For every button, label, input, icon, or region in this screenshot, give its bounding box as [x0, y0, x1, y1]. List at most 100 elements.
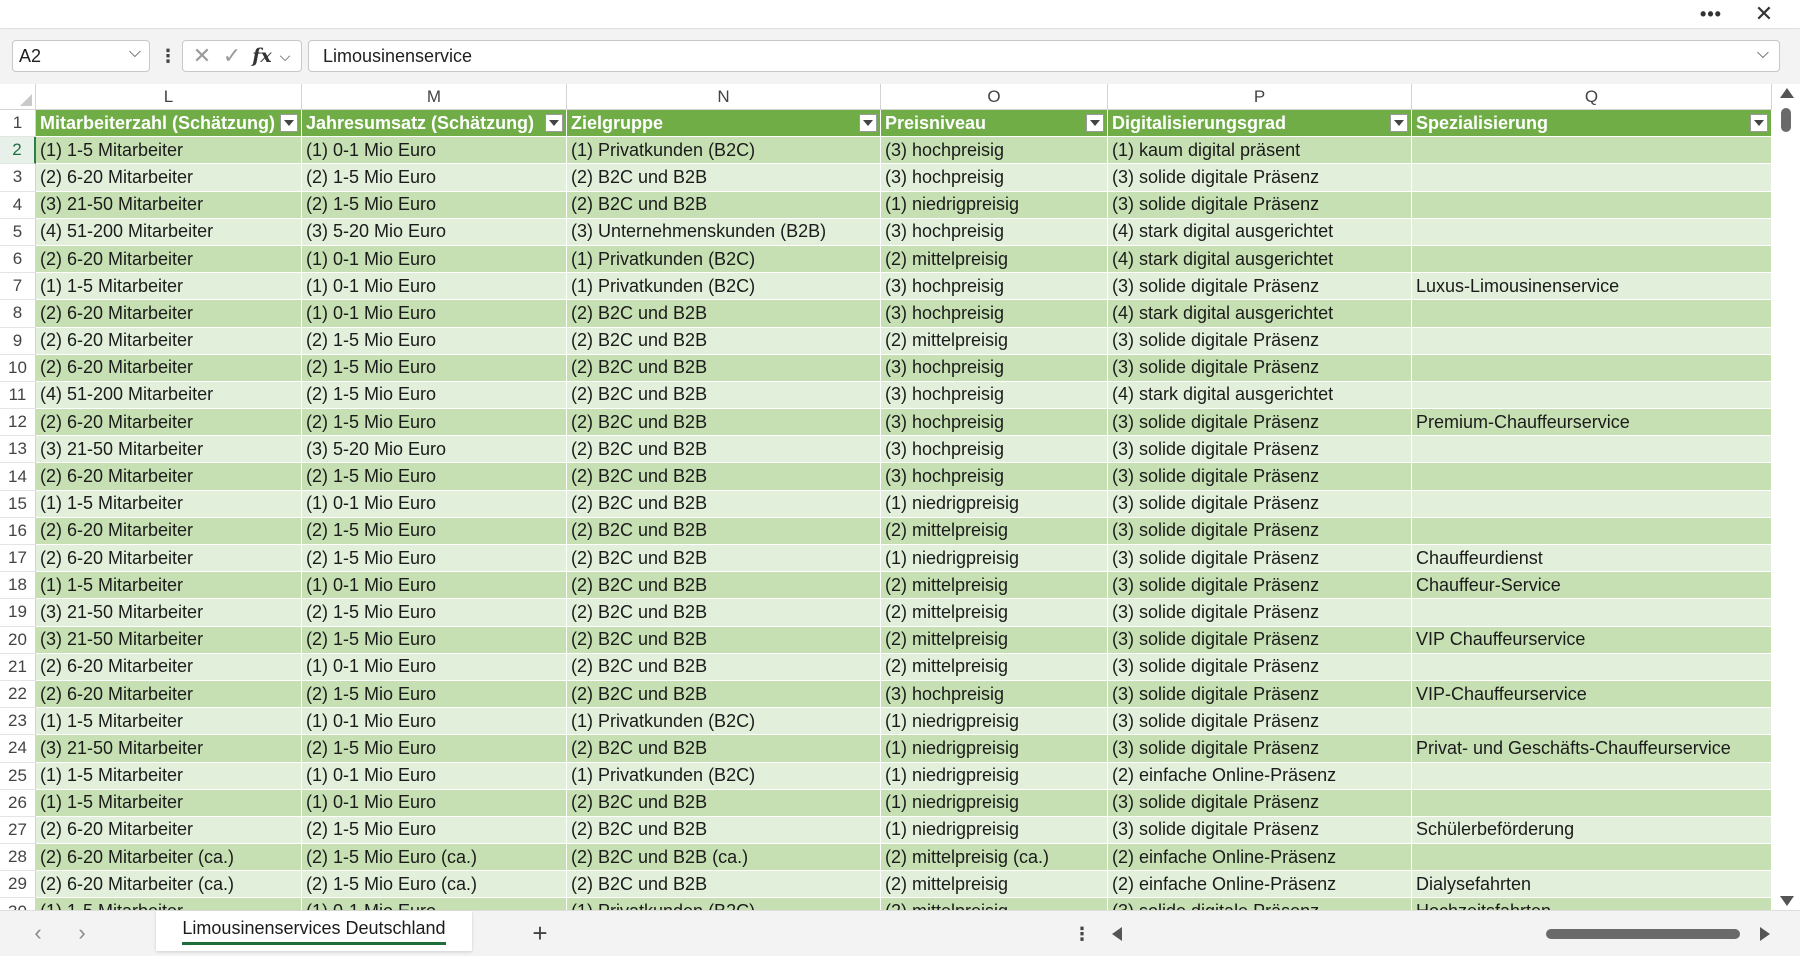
close-icon[interactable]: ✕ — [1741, 0, 1787, 28]
table-cell[interactable]: (2) 1-5 Mio Euro (ca.) — [302, 871, 567, 899]
table-cell[interactable]: (3) solide digitale Präsenz — [1108, 545, 1412, 573]
table-cell[interactable]: (2) 1-5 Mio Euro — [302, 517, 567, 545]
row-number[interactable]: 16 — [0, 517, 36, 545]
table-cell[interactable] — [1412, 218, 1772, 246]
header-cell[interactable]: Mitarbeiterzahl (Schätzung) — [36, 110, 302, 138]
row-number[interactable]: 19 — [0, 599, 36, 627]
scroll-up-icon[interactable] — [1780, 88, 1794, 98]
table-cell[interactable]: (2) 6-20 Mitarbeiter — [36, 409, 302, 437]
table-cell[interactable]: (3) hochpreisig — [881, 436, 1108, 464]
table-cell[interactable]: (1) niedrigpreisig — [881, 545, 1108, 573]
table-cell[interactable]: (2) einfache Online-Präsenz — [1108, 762, 1412, 790]
table-cell[interactable] — [1412, 245, 1772, 274]
table-cell[interactable]: (3) hochpreisig — [881, 409, 1108, 437]
insert-function-icon[interactable]: fx — [249, 43, 275, 69]
table-cell[interactable] — [1412, 381, 1772, 410]
header-cell[interactable]: Zielgruppe — [567, 110, 881, 138]
row-number[interactable]: 12 — [0, 409, 36, 437]
table-cell[interactable] — [1412, 762, 1772, 790]
chevron-down-icon[interactable]: ⌵ — [275, 43, 295, 69]
table-cell[interactable] — [1412, 653, 1772, 681]
table-cell[interactable]: (1) niedrigpreisig — [881, 708, 1108, 736]
table-cell[interactable]: (1) Privatkunden (B2C) — [567, 137, 881, 165]
row-number[interactable]: 8 — [0, 300, 36, 328]
row-number[interactable]: 26 — [0, 789, 36, 817]
table-cell[interactable]: Schülerbeförderung — [1412, 816, 1772, 845]
table-cell[interactable]: Luxus-Limousinenservice — [1412, 273, 1772, 301]
table-cell[interactable]: (2) 6-20 Mitarbeiter — [36, 680, 302, 709]
filter-dropdown-icon[interactable] — [1750, 114, 1768, 132]
horizontal-scroll-thumb[interactable] — [1546, 929, 1740, 939]
row-number[interactable]: 1 — [0, 110, 36, 138]
previous-sheet-icon[interactable]: ‹ — [24, 919, 52, 947]
table-cell[interactable]: (1) 1-5 Mitarbeiter — [36, 789, 302, 817]
table-cell[interactable]: (1) 0-1 Mio Euro — [302, 300, 567, 328]
row-number[interactable]: 30 — [0, 898, 36, 910]
cancel-x-icon[interactable]: ✕ — [189, 43, 215, 69]
table-cell[interactable]: (2) einfache Online-Präsenz — [1108, 844, 1412, 872]
table-cell[interactable]: Premium-Chauffeurservice — [1412, 409, 1772, 437]
table-cell[interactable]: (2) 6-20 Mitarbeiter — [36, 545, 302, 573]
column-header-m[interactable]: M — [302, 84, 567, 110]
table-cell[interactable]: (3) hochpreisig — [881, 381, 1108, 410]
table-cell[interactable]: VIP Chauffeurservice — [1412, 626, 1772, 654]
table-cell[interactable]: (1) 1-5 Mitarbeiter — [36, 137, 302, 165]
add-sheet-icon[interactable]: + — [526, 918, 554, 948]
table-cell[interactable]: (1) niedrigpreisig — [881, 762, 1108, 790]
table-cell[interactable]: (2) 1-5 Mio Euro — [302, 354, 567, 382]
table-cell[interactable]: (4) 51-200 Mitarbeiter — [36, 218, 302, 246]
table-cell[interactable]: (2) 1-5 Mio Euro (ca.) — [302, 844, 567, 872]
table-cell[interactable]: (2) B2C und B2B — [567, 816, 881, 845]
column-header-l[interactable]: L — [36, 84, 302, 110]
table-cell[interactable]: (2) B2C und B2B — [567, 626, 881, 654]
row-number[interactable]: 14 — [0, 463, 36, 491]
row-number[interactable]: 5 — [0, 218, 36, 246]
table-cell[interactable]: (1) Privatkunden (B2C) — [567, 273, 881, 301]
table-cell[interactable]: (1) niedrigpreisig — [881, 816, 1108, 845]
row-number[interactable]: 25 — [0, 762, 36, 790]
table-cell[interactable]: (2) 1-5 Mio Euro — [302, 599, 567, 627]
table-cell[interactable]: (2) 1-5 Mio Euro — [302, 735, 567, 763]
table-cell[interactable]: (2) einfache Online-Präsenz — [1108, 871, 1412, 899]
row-number[interactable]: 3 — [0, 164, 36, 192]
scroll-left-icon[interactable] — [1112, 927, 1122, 941]
table-cell[interactable] — [1412, 354, 1772, 382]
table-cell[interactable]: (3) solide digitale Präsenz — [1108, 191, 1412, 219]
row-number[interactable]: 15 — [0, 490, 36, 518]
table-cell[interactable]: (2) mittelpreisig — [881, 626, 1108, 654]
row-number[interactable]: 10 — [0, 354, 36, 382]
row-number[interactable]: 22 — [0, 680, 36, 709]
table-cell[interactable]: (3) solide digitale Präsenz — [1108, 354, 1412, 382]
row-number[interactable]: 2 — [0, 137, 36, 165]
column-header-n[interactable]: N — [567, 84, 881, 110]
table-cell[interactable]: (3) solide digitale Präsenz — [1108, 517, 1412, 545]
table-cell[interactable]: (1) 0-1 Mio Euro — [302, 490, 567, 518]
table-cell[interactable]: (1) 0-1 Mio Euro — [302, 762, 567, 790]
table-cell[interactable] — [1412, 517, 1772, 545]
table-cell[interactable]: (2) B2C und B2B (ca.) — [567, 844, 881, 872]
table-cell[interactable]: (3) solide digitale Präsenz — [1108, 409, 1412, 437]
table-cell[interactable]: (2) 6-20 Mitarbeiter — [36, 245, 302, 274]
table-cell[interactable]: Chauffeur-Service — [1412, 572, 1772, 600]
filter-dropdown-icon[interactable] — [1390, 114, 1408, 132]
table-cell[interactable]: VIP-Chauffeurservice — [1412, 680, 1772, 709]
scroll-down-icon[interactable] — [1780, 896, 1794, 906]
table-cell[interactable]: (1) kaum digital präsent — [1108, 137, 1412, 165]
table-cell[interactable]: (2) 6-20 Mitarbeiter — [36, 463, 302, 491]
table-cell[interactable]: (3) solide digitale Präsenz — [1108, 708, 1412, 736]
scroll-right-icon[interactable] — [1760, 927, 1770, 941]
table-cell[interactable] — [1412, 708, 1772, 736]
table-cell[interactable]: (2) B2C und B2B — [567, 871, 881, 899]
table-cell[interactable]: (2) mittelpreisig — [881, 599, 1108, 627]
table-cell[interactable]: (1) niedrigpreisig — [881, 789, 1108, 817]
table-cell[interactable]: (3) 21-50 Mitarbeiter — [36, 599, 302, 627]
table-cell[interactable]: (1) Privatkunden (B2C) — [567, 762, 881, 790]
table-cell[interactable]: (3) 21-50 Mitarbeiter — [36, 735, 302, 763]
table-cell[interactable]: (3) solide digitale Präsenz — [1108, 327, 1412, 355]
table-cell[interactable]: (2) 1-5 Mio Euro — [302, 381, 567, 410]
table-cell[interactable]: (3) solide digitale Präsenz — [1108, 789, 1412, 817]
filter-dropdown-icon[interactable] — [1086, 114, 1104, 132]
row-number[interactable]: 28 — [0, 844, 36, 872]
table-cell[interactable]: (2) B2C und B2B — [567, 517, 881, 545]
vertical-scroll-thumb[interactable] — [1781, 108, 1791, 132]
